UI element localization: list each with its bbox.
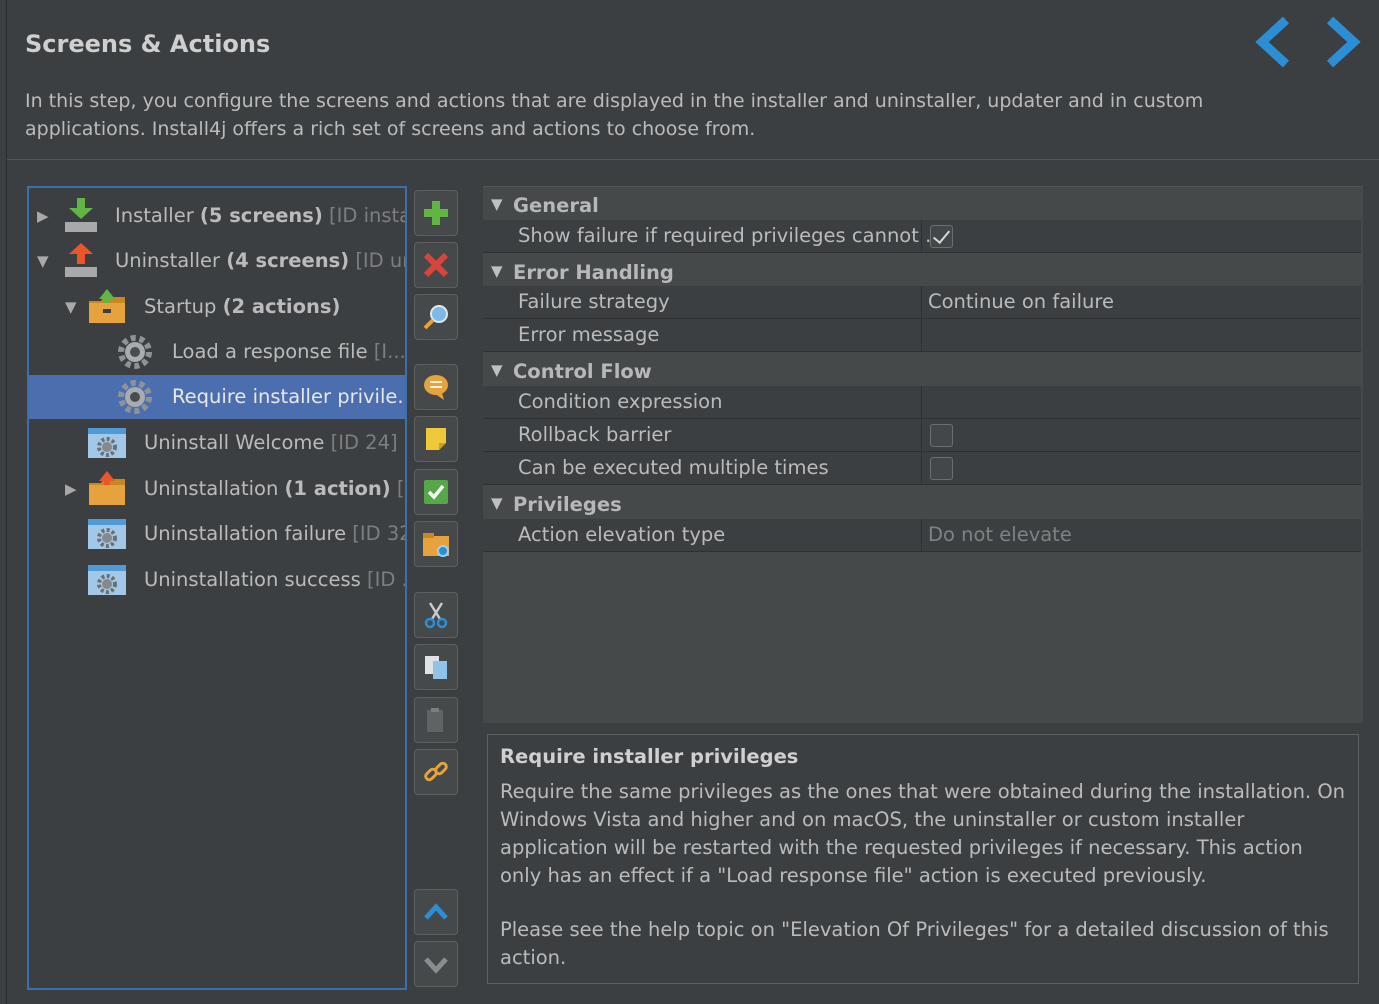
forward-arrow-icon <box>1326 16 1361 68</box>
tree-item-uninstallation-success[interactable]: Uninstallation success [ID ... <box>29 558 405 602</box>
move-down-button[interactable] <box>414 941 458 987</box>
startup-folder-icon <box>89 289 125 323</box>
help-title: Require installer privileges <box>500 745 799 768</box>
tree-item-installer[interactable]: ▶ Installer (5 screens) [ID instal... <box>29 194 405 238</box>
add-button[interactable] <box>414 190 458 236</box>
copy-button[interactable] <box>414 644 458 690</box>
link-icon <box>424 761 448 782</box>
page-title: Screens & Actions <box>25 30 271 58</box>
help-paragraph: Please see the help topic on "Elevation … <box>500 918 1329 969</box>
tree-item-label: Uninstallation success [ID ... <box>144 568 405 591</box>
prop-elevation-type[interactable]: Action elevation type Do not elevate <box>483 519 1361 552</box>
page-description: In this step, you configure the screens … <box>25 90 1204 140</box>
tree-item-startup[interactable]: ▼ Startup (2 actions) <box>29 285 405 329</box>
add-icon <box>424 201 448 225</box>
collapse-icon[interactable]: ▼ <box>491 494 503 512</box>
check-button[interactable] <box>414 469 458 515</box>
prop-error-message[interactable]: Error message <box>483 319 1361 352</box>
prop-rollback-barrier[interactable]: Rollback barrier <box>483 419 1361 452</box>
installer-icon <box>65 198 97 232</box>
forward-button[interactable] <box>1312 14 1368 70</box>
copy-icon <box>425 656 447 679</box>
comment-button[interactable] <box>414 364 458 410</box>
tree-item-label: Uninstall Welcome [ID 24] <box>144 431 398 454</box>
help-paragraph: Require the same privileges as the ones … <box>500 780 1346 887</box>
collapse-icon[interactable]: ▼ <box>65 298 81 316</box>
tree-item-label: Uninstaller (4 screens) [ID un... <box>115 249 405 272</box>
show-failure-checkbox[interactable] <box>930 225 953 248</box>
elevation-type-value[interactable]: Do not elevate <box>928 523 1072 546</box>
collapse-icon[interactable]: ▼ <box>491 195 503 213</box>
cut-icon <box>424 602 448 629</box>
note-button[interactable] <box>414 416 458 462</box>
comment-icon <box>424 375 448 400</box>
prop-show-failure[interactable]: Show failure if required privileges cann… <box>483 220 1361 253</box>
tree-item-load-response-file[interactable]: Load a response file [I... <box>29 330 405 374</box>
failure-strategy-value[interactable]: Continue on failure <box>928 290 1114 313</box>
expand-icon[interactable]: ▶ <box>65 480 81 498</box>
help-panel: Require installer privileges Require the… <box>487 734 1359 984</box>
screen-icon <box>88 428 126 458</box>
tree-item-label: Load a response file [I... <box>172 340 405 363</box>
tree-item-label: Uninstallation failure [ID 32] <box>144 522 405 545</box>
rollback-barrier-checkbox[interactable] <box>930 424 953 447</box>
paste-button[interactable] <box>414 697 458 743</box>
uninstallation-folder-icon <box>89 471 125 505</box>
screen-icon <box>88 565 126 595</box>
move-up-button[interactable] <box>414 889 458 935</box>
section-control-flow[interactable]: ▼ Control Flow <box>483 355 1361 388</box>
section-privileges[interactable]: ▼ Privileges <box>483 488 1361 521</box>
link-button[interactable] <box>414 749 458 795</box>
tree-item-label: Startup (2 actions) <box>144 295 341 318</box>
tree-toolbar <box>412 188 460 988</box>
section-general[interactable]: ▼ General <box>483 189 1361 222</box>
tree-item-label: Installer (5 screens) [ID instal... <box>115 204 405 227</box>
folder-gear-icon <box>423 533 449 557</box>
multiple-times-checkbox[interactable] <box>930 457 953 480</box>
prop-condition-expression[interactable]: Condition expression <box>483 386 1361 419</box>
prop-failure-strategy[interactable]: Failure strategy Continue on failure <box>483 286 1361 319</box>
search-button[interactable] <box>414 294 458 340</box>
screen-icon <box>88 519 126 549</box>
search-icon <box>423 305 448 330</box>
collapse-icon[interactable]: ▼ <box>37 252 53 270</box>
tree-item-label: Require installer privile... <box>172 385 405 408</box>
uninstaller-icon <box>65 243 97 277</box>
paste-icon <box>427 708 443 732</box>
check-icon <box>424 480 448 504</box>
tree-item-require-installer-privileges[interactable]: Require installer privile... <box>29 375 405 419</box>
tree-item-label: Uninstallation (1 action) [... <box>144 477 405 500</box>
properties-panel: ▼ General Show failure if required privi… <box>483 186 1363 723</box>
screens-actions-tree[interactable]: ▶ Installer (5 screens) [ID instal... ▼ … <box>27 186 407 990</box>
cut-button[interactable] <box>414 592 458 638</box>
expand-icon[interactable]: ▶ <box>37 207 53 225</box>
folder-gear-button[interactable] <box>414 521 458 567</box>
delete-icon <box>423 252 449 278</box>
gear-icon <box>118 380 152 414</box>
delete-button[interactable] <box>414 242 458 288</box>
tree-item-uninstaller[interactable]: ▼ Uninstaller (4 screens) [ID un... <box>29 239 405 283</box>
note-icon <box>426 428 446 450</box>
section-error-handling[interactable]: ▼ Error Handling <box>483 256 1361 289</box>
tree-item-uninstallation-failure[interactable]: Uninstallation failure [ID 32] <box>29 512 405 556</box>
back-button[interactable] <box>1248 14 1304 70</box>
collapse-icon[interactable]: ▼ <box>491 262 503 280</box>
move-down-icon <box>424 957 448 974</box>
prop-multiple-times[interactable]: Can be executed multiple times <box>483 452 1361 485</box>
help-body: Require the same privileges as the ones … <box>500 778 1346 972</box>
collapse-icon[interactable]: ▼ <box>491 361 503 379</box>
tree-item-uninstall-welcome[interactable]: Uninstall Welcome [ID 24] <box>29 421 405 465</box>
gear-icon <box>118 335 152 369</box>
back-arrow-icon <box>1255 16 1290 68</box>
tree-item-uninstallation[interactable]: ▶ Uninstallation (1 action) [... <box>29 467 405 511</box>
move-up-icon <box>424 903 448 920</box>
